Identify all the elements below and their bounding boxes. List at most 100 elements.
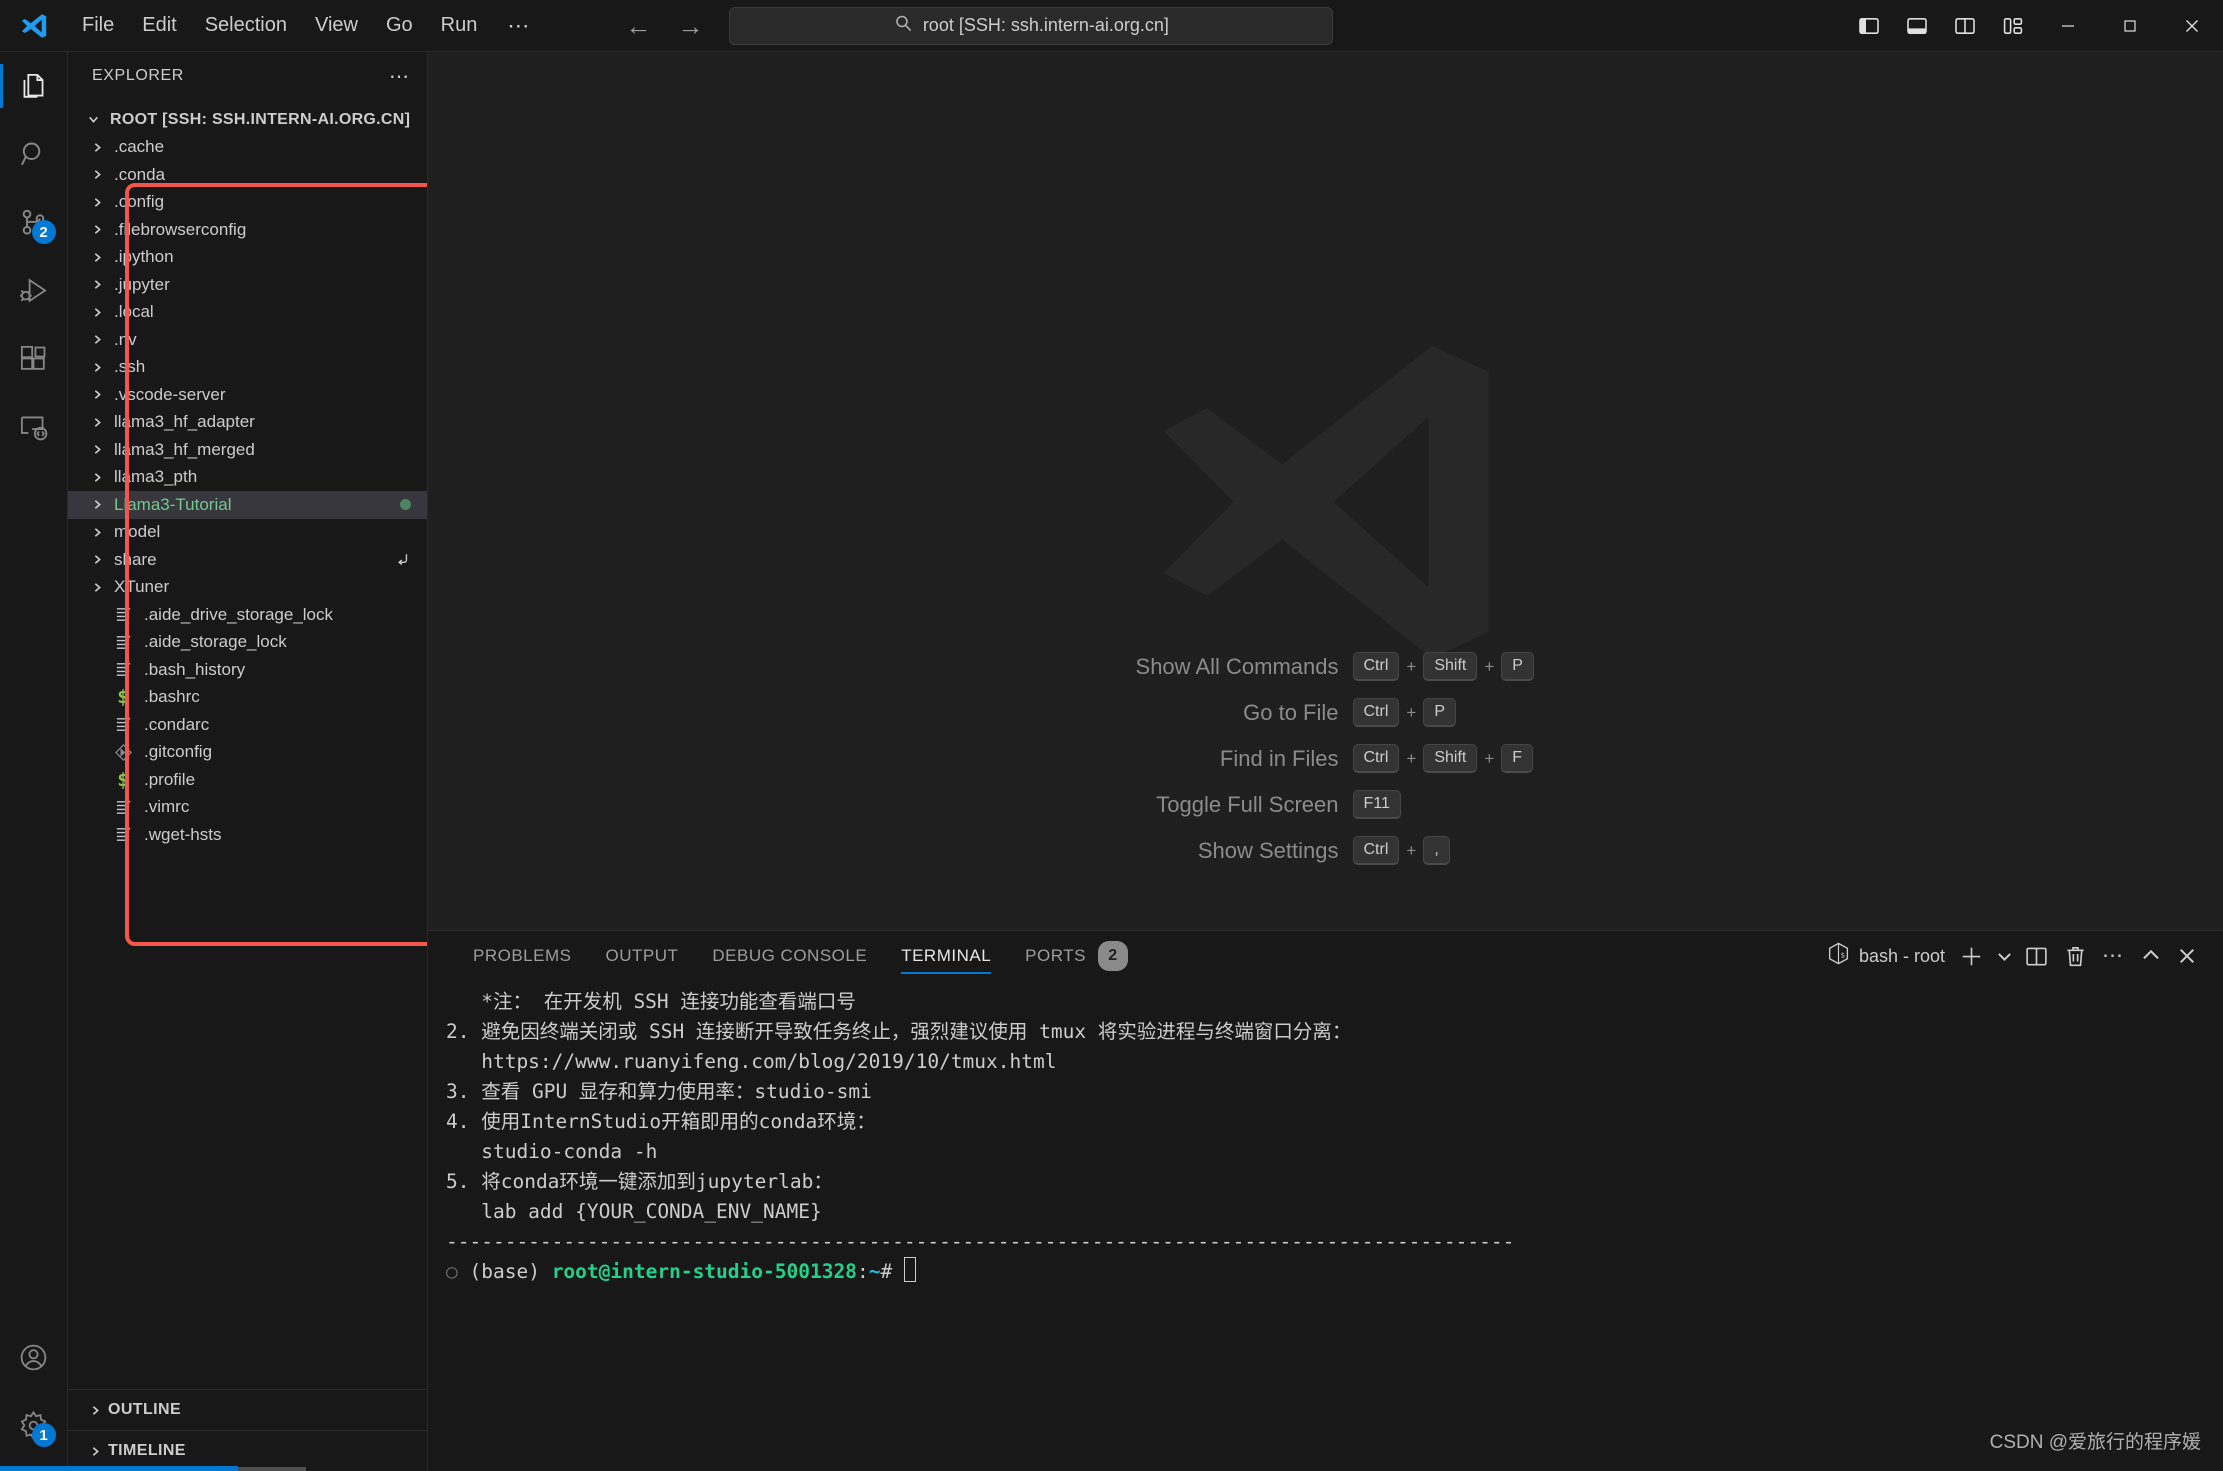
tree-row[interactable]: XTuner: [68, 574, 427, 602]
shortcut-label[interactable]: Show Settings: [1019, 838, 1339, 864]
section-outline-label: OUTLINE: [108, 1401, 182, 1418]
tab-debug-console[interactable]: DEBUG CONSOLE: [695, 931, 884, 981]
tree-row[interactable]: .aide_drive_storage_lock: [68, 601, 427, 629]
tree-row[interactable]: llama3_pth: [68, 464, 427, 492]
shortcut-plus: +: [1484, 656, 1495, 676]
tab-terminal[interactable]: TERMINAL: [884, 931, 1008, 981]
terminal-shell-selector[interactable]: $ bash - root: [1819, 936, 1952, 976]
tree-row-root[interactable]: ROOT [SSH: SSH.INTERN-AI.ORG.CN]: [68, 106, 427, 134]
tree-item-label: .aide_storage_lock: [144, 632, 287, 652]
terminal-line: lab add {YOUR_CONDA_ENV_NAME}: [446, 1200, 822, 1223]
menu-selection[interactable]: Selection: [191, 10, 301, 41]
menu-run[interactable]: Run: [427, 10, 492, 41]
shortcut-row: Show Settings Ctrl +,: [1019, 836, 1633, 865]
layout-panel-icon[interactable]: [1893, 0, 1941, 52]
shortcut-keys: Ctrl + Shift + F: [1352, 744, 1633, 773]
shortcut-label[interactable]: Go to File: [1019, 700, 1338, 726]
new-terminal-dropdown-button[interactable]: [1991, 936, 2017, 976]
sidebar-item-explorer[interactable]: [0, 52, 68, 120]
menu-go[interactable]: Go: [372, 10, 427, 41]
accounts-icon[interactable]: [0, 1323, 68, 1391]
tree-row[interactable]: model: [68, 519, 427, 547]
explorer-tree-container[interactable]: ROOT [SSH: SSH.INTERN-AI.ORG.CN] .cache.…: [68, 100, 427, 1389]
tree-row[interactable]: llama3_hf_adapter: [68, 409, 427, 437]
tree-item-label: model: [114, 522, 161, 542]
tree-row[interactable]: .filebrowserconfig: [68, 216, 427, 244]
chevron-right-icon: [84, 306, 110, 319]
tree-row[interactable]: .ipython: [68, 244, 427, 272]
tree-row[interactable]: .conda: [68, 161, 427, 189]
close-panel-button[interactable]: [2169, 936, 2205, 976]
sidebar-more-actions-icon[interactable]: ⋯: [389, 64, 411, 89]
section-timeline[interactable]: TIMELINE: [68, 1430, 427, 1471]
shortcut-label[interactable]: Show All Commands: [1019, 654, 1339, 680]
workbench-body: 2 1 EXPLORER ⋯ ROOT [SSH: SSH.INTERN-AI.…: [0, 52, 2223, 1471]
arrow-left-icon[interactable]: ←: [625, 13, 651, 39]
kill-terminal-button[interactable]: [2056, 936, 2095, 976]
terminal-line: 3. 查看 GPU 显存和算力使用率：studio-smi: [446, 1080, 872, 1103]
panel-tab-label: PROBLEMS: [473, 946, 572, 965]
layout-sidebar-right-icon[interactable]: [1941, 0, 1989, 52]
sidebar-item-remote-explorer[interactable]: [0, 392, 68, 460]
menu-overflow-icon[interactable]: ⋯: [491, 11, 547, 41]
prompt-env: (base): [469, 1260, 552, 1283]
tree-row[interactable]: .bash_history: [68, 656, 427, 684]
window-close-button[interactable]: [2161, 0, 2223, 52]
tree-item-label: .nv: [114, 329, 137, 349]
tab-ports[interactable]: PORTS 2: [1008, 931, 1145, 981]
prompt-colon: :: [856, 1260, 869, 1283]
tree-row[interactable]: .ssh: [68, 354, 427, 382]
menu-view[interactable]: View: [301, 10, 372, 41]
shortcut-label[interactable]: Find in Files: [1019, 746, 1339, 772]
layout-sidebar-left-icon[interactable]: [1845, 0, 1893, 52]
new-terminal-button[interactable]: [1952, 936, 1991, 976]
sidebar-item-run-debug[interactable]: [0, 256, 68, 324]
tree-row[interactable]: .condarc: [68, 711, 427, 739]
menu-file[interactable]: File: [68, 10, 128, 41]
sidebar-item-search[interactable]: [0, 120, 68, 188]
tree-item-label: .cache: [114, 137, 165, 157]
maximize-panel-button[interactable]: [2133, 936, 2169, 976]
window-minimize-button[interactable]: [2037, 0, 2099, 52]
tree-row[interactable]: .gitconfig: [68, 739, 427, 767]
shortcut-label[interactable]: Toggle Full Screen: [1019, 792, 1338, 818]
layout-customize-icon[interactable]: [1989, 0, 2037, 52]
tree-row[interactable]: .jupyter: [68, 271, 427, 299]
tree-row[interactable]: .cache: [68, 134, 427, 162]
panel-tab-label: TERMINAL: [901, 946, 992, 965]
tab-problems[interactable]: PROBLEMS: [456, 931, 588, 981]
tree-row[interactable]: Llama3-Tutorial: [68, 491, 427, 519]
tree-row[interactable]: $ .profile: [68, 766, 427, 794]
section-outline[interactable]: OUTLINE: [68, 1389, 427, 1430]
keycap: P: [1501, 652, 1534, 681]
split-terminal-button[interactable]: [2017, 936, 2056, 976]
tree-row[interactable]: share: [68, 546, 427, 574]
tab-output[interactable]: OUTPUT: [588, 931, 695, 981]
tree-row[interactable]: .config: [68, 189, 427, 217]
sidebar-item-source-control[interactable]: 2: [0, 188, 68, 256]
panel-more-actions-button[interactable]: ⋯: [2095, 936, 2133, 976]
shortcut-row: Toggle Full Screen F11: [1019, 790, 1633, 819]
tree-row[interactable]: llama3_hf_merged: [68, 436, 427, 464]
panel-action-bar: $ bash - root ⋯: [1819, 931, 2205, 981]
command-center-text: root [SSH: ssh.intern-ai.org.cn]: [922, 15, 1169, 35]
terminal-prompt[interactable]: ○ (base) root@intern-studio-5001328:~#: [446, 1257, 2223, 1287]
gear-icon[interactable]: 1: [0, 1391, 68, 1459]
tree-item-label: .jupyter: [114, 274, 170, 294]
tree-row[interactable]: .aide_storage_lock: [68, 629, 427, 657]
tree-row[interactable]: .vimrc: [68, 794, 427, 822]
sidebar-item-extensions[interactable]: [0, 324, 68, 392]
tree-row[interactable]: .nv: [68, 326, 427, 354]
arrow-right-icon[interactable]: →: [677, 13, 703, 39]
tree-row[interactable]: .wget-hsts: [68, 821, 427, 849]
tree-row[interactable]: .local: [68, 299, 427, 327]
tree-item-label: .local: [114, 302, 154, 322]
chevron-right-icon: [84, 471, 110, 484]
tree-row[interactable]: .vscode-server: [68, 381, 427, 409]
tree-row[interactable]: $ .bashrc: [68, 684, 427, 712]
command-center[interactable]: root [SSH: ssh.intern-ai.org.cn]: [729, 6, 1334, 45]
terminal-output[interactable]: *注： 在开发机 SSH 连接功能查看端口号 2. 避免因终端关闭或 SSH 连接…: [428, 981, 2223, 1471]
chevron-right-icon: [82, 1445, 108, 1458]
window-maximize-button[interactable]: [2099, 0, 2161, 52]
menu-edit[interactable]: Edit: [128, 10, 190, 41]
